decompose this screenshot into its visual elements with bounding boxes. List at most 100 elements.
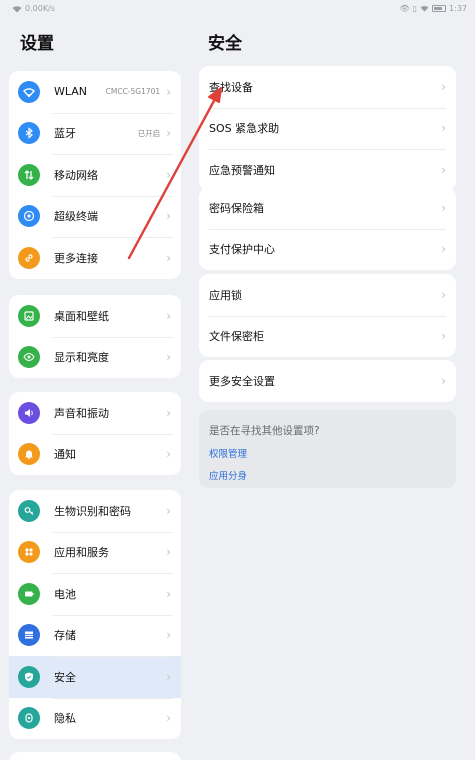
- chevron-right-icon: ›: [441, 373, 446, 388]
- chevron-right-icon: ›: [166, 669, 171, 684]
- settings-item-notifications[interactable]: 通知 ›: [9, 433, 181, 476]
- connectivity-group: WLAN CMCC-5G1701 › 蓝牙 已开启 › 移动网络 › 超级终端: [9, 71, 181, 279]
- chevron-right-icon: ›: [166, 126, 171, 141]
- settings-item-bluetooth[interactable]: 蓝牙 已开启 ›: [9, 112, 181, 155]
- chevron-right-icon: ›: [166, 167, 171, 182]
- security-group-device: 查找设备 › SOS 紧急求助 › 应急预警通知 ›: [199, 66, 456, 191]
- settings-item-label: 应用和服务: [54, 546, 109, 560]
- battery-icon: [18, 582, 40, 605]
- signal-icon: [18, 163, 40, 186]
- security-item-payment-protection[interactable]: 支付保护中心 ›: [199, 228, 456, 271]
- link-icon: [18, 246, 40, 269]
- apps-icon: [18, 541, 40, 564]
- security-item-label: 文件保密柜: [209, 330, 264, 344]
- settings-item-privacy[interactable]: 隐私 ›: [9, 697, 181, 740]
- chevron-right-icon: ›: [166, 503, 171, 518]
- settings-item-label: 电池: [54, 587, 76, 601]
- security-item-label: 更多安全设置: [209, 374, 275, 388]
- bell-icon: [18, 443, 40, 466]
- wallpaper-icon: [18, 304, 40, 327]
- security-item-more-settings[interactable]: 更多安全设置 ›: [199, 360, 456, 402]
- key-icon: [18, 499, 40, 522]
- settings-list-pane: 设置 WLAN CMCC-5G1701 › 蓝牙 已开启 › 移动网络 › 超级…: [0, 0, 190, 760]
- security-item-sos[interactable]: SOS 紧急求助 ›: [199, 107, 456, 150]
- security-title: 安全: [208, 34, 242, 54]
- chevron-right-icon: ›: [166, 545, 171, 560]
- chevron-right-icon: ›: [441, 242, 446, 257]
- settings-item-display[interactable]: 显示和亮度 ›: [9, 336, 181, 379]
- chevron-right-icon: ›: [166, 586, 171, 601]
- wifi-icon: [18, 80, 40, 103]
- settings-item-wlan[interactable]: WLAN CMCC-5G1701 ›: [9, 71, 181, 113]
- chevron-right-icon: ›: [166, 308, 171, 323]
- sound-notification-group: 声音和振动 › 通知 ›: [9, 392, 181, 475]
- settings-item-label: 蓝牙: [54, 127, 76, 141]
- security-item-file-safe[interactable]: 文件保密柜 ›: [199, 315, 456, 358]
- settings-title: 设置: [20, 34, 54, 54]
- settings-item-label: 安全: [54, 670, 76, 684]
- settings-item-label: 更多连接: [54, 251, 98, 265]
- app-twin-link[interactable]: 应用分身: [209, 468, 446, 482]
- security-item-app-lock[interactable]: 应用锁 ›: [199, 274, 456, 316]
- security-group-password: 密码保险箱 › 支付保护中心 ›: [199, 187, 456, 270]
- security-item-label: 应用锁: [209, 288, 242, 302]
- settings-item-biometrics[interactable]: 生物识别和密码 ›: [9, 490, 181, 532]
- chevron-right-icon: ›: [441, 79, 446, 94]
- chevron-right-icon: ›: [166, 84, 171, 99]
- settings-item-more-connections[interactable]: 更多连接 ›: [9, 237, 181, 279]
- chevron-right-icon: ›: [166, 711, 171, 726]
- eye-icon: [18, 346, 40, 369]
- settings-item-label: 桌面和壁纸: [54, 309, 109, 323]
- settings-item-storage[interactable]: 存储 ›: [9, 614, 181, 657]
- chevron-right-icon: ›: [166, 209, 171, 224]
- settings-item-label: 声音和振动: [54, 406, 109, 420]
- settings-item-label: 移动网络: [54, 168, 98, 182]
- super-device-icon: [18, 205, 40, 228]
- settings-item-label: 存储: [54, 629, 76, 643]
- settings-item-label: 隐私: [54, 712, 76, 726]
- settings-item-label: WLAN: [54, 85, 88, 99]
- chevron-right-icon: ›: [166, 628, 171, 643]
- security-item-password-vault[interactable]: 密码保险箱 ›: [199, 187, 456, 229]
- speaker-icon: [18, 401, 40, 424]
- security-item-label: 应急预警通知: [209, 163, 275, 177]
- security-item-find-device[interactable]: 查找设备 ›: [199, 66, 456, 108]
- security-group-more: 更多安全设置 ›: [199, 360, 456, 402]
- settings-item-label: 超级终端: [54, 210, 98, 224]
- bluetooth-icon: [18, 122, 40, 145]
- security-item-emergency-alerts[interactable]: 应急预警通知 ›: [199, 149, 456, 191]
- settings-item-value: CMCC-5G1701: [105, 87, 161, 97]
- settings-item-security[interactable]: 安全 ›: [9, 656, 181, 698]
- settings-item-super-device[interactable]: 超级终端 ›: [9, 195, 181, 238]
- settings-item-label: 显示和亮度: [54, 351, 109, 365]
- security-detail-pane: 安全 查找设备 › SOS 紧急求助 › 应急预警通知 › 密码保险箱 › 支付…: [190, 0, 475, 760]
- chevron-right-icon: ›: [441, 121, 446, 136]
- chevron-right-icon: ›: [441, 287, 446, 302]
- storage-icon: [18, 624, 40, 647]
- chevron-right-icon: ›: [441, 162, 446, 177]
- security-item-label: SOS 紧急求助: [209, 122, 280, 136]
- settings-item-label: 生物识别和密码: [54, 504, 131, 518]
- settings-item-label: 通知: [54, 448, 76, 462]
- suggestion-question: 是否在寻找其他设置项?: [209, 425, 320, 437]
- settings-item-mobile-network[interactable]: 移动网络 ›: [9, 154, 181, 196]
- search-suggestion-card: 是否在寻找其他设置项? 权限管理 应用分身: [199, 410, 456, 488]
- chevron-right-icon: ›: [166, 250, 171, 265]
- security-item-label: 密码保险箱: [209, 201, 264, 215]
- security-system-group: 生物识别和密码 › 应用和服务 › 电池 › 存储 › 安全 › 隐私 ›: [9, 490, 181, 739]
- privacy-icon: [18, 707, 40, 730]
- settings-item-apps[interactable]: 应用和服务 ›: [9, 531, 181, 574]
- next-group-partial: [9, 752, 181, 760]
- permission-management-link[interactable]: 权限管理: [209, 446, 446, 460]
- shield-icon: [18, 665, 40, 688]
- security-item-label: 支付保护中心: [209, 243, 275, 257]
- settings-item-sound[interactable]: 声音和振动 ›: [9, 392, 181, 434]
- settings-item-battery[interactable]: 电池 ›: [9, 573, 181, 615]
- security-item-label: 查找设备: [209, 80, 253, 94]
- chevron-right-icon: ›: [441, 200, 446, 215]
- security-group-locks: 应用锁 › 文件保密柜 ›: [199, 274, 456, 357]
- chevron-right-icon: ›: [441, 329, 446, 344]
- settings-item-wallpaper[interactable]: 桌面和壁纸 ›: [9, 295, 181, 337]
- chevron-right-icon: ›: [166, 350, 171, 365]
- chevron-right-icon: ›: [166, 447, 171, 462]
